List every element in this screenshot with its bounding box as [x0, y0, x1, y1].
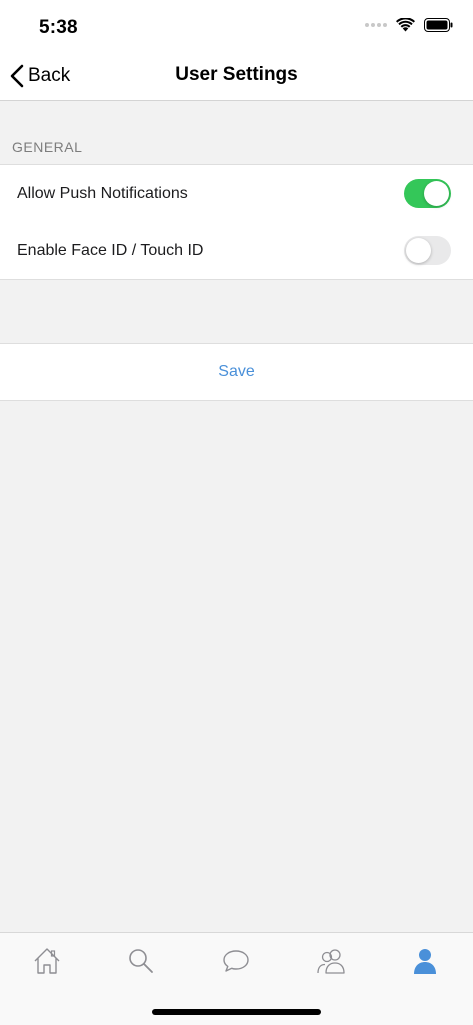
tab-messages[interactable]: [216, 943, 256, 979]
setting-row-face-id: Enable Face ID / Touch ID: [0, 222, 473, 279]
status-time: 5:38: [39, 17, 78, 38]
toggle-knob: [406, 238, 431, 263]
toggle-knob: [424, 181, 449, 206]
setting-row-push-notifications: Allow Push Notifications: [0, 165, 473, 222]
tab-people[interactable]: [311, 943, 351, 979]
cellular-signal-icon: [365, 23, 387, 27]
tab-search[interactable]: [121, 943, 161, 979]
chat-bubble-icon: [223, 950, 249, 972]
status-icons: [365, 18, 453, 32]
tab-home[interactable]: [27, 943, 67, 979]
save-group: Save: [0, 343, 473, 401]
wifi-icon: [396, 18, 415, 32]
push-notifications-toggle[interactable]: [404, 179, 451, 208]
home-indicator: [152, 1009, 321, 1015]
section-header-general: GENERAL: [12, 139, 83, 155]
face-id-toggle[interactable]: [404, 236, 451, 265]
settings-group: Allow Push Notifications Enable Face ID …: [0, 164, 473, 280]
page-title: User Settings: [175, 64, 298, 85]
people-icon: [317, 949, 345, 974]
search-icon: [129, 949, 153, 973]
profile-icon: [414, 949, 436, 974]
home-icon: [34, 948, 60, 974]
tab-profile[interactable]: [405, 943, 445, 979]
status-bar: 5:38: [0, 0, 473, 52]
navigation-bar: Back User Settings: [0, 52, 473, 101]
save-button[interactable]: Save: [218, 363, 254, 381]
setting-label: Allow Push Notifications: [17, 184, 188, 202]
battery-icon: [424, 18, 453, 32]
setting-label: Enable Face ID / Touch ID: [17, 241, 204, 259]
